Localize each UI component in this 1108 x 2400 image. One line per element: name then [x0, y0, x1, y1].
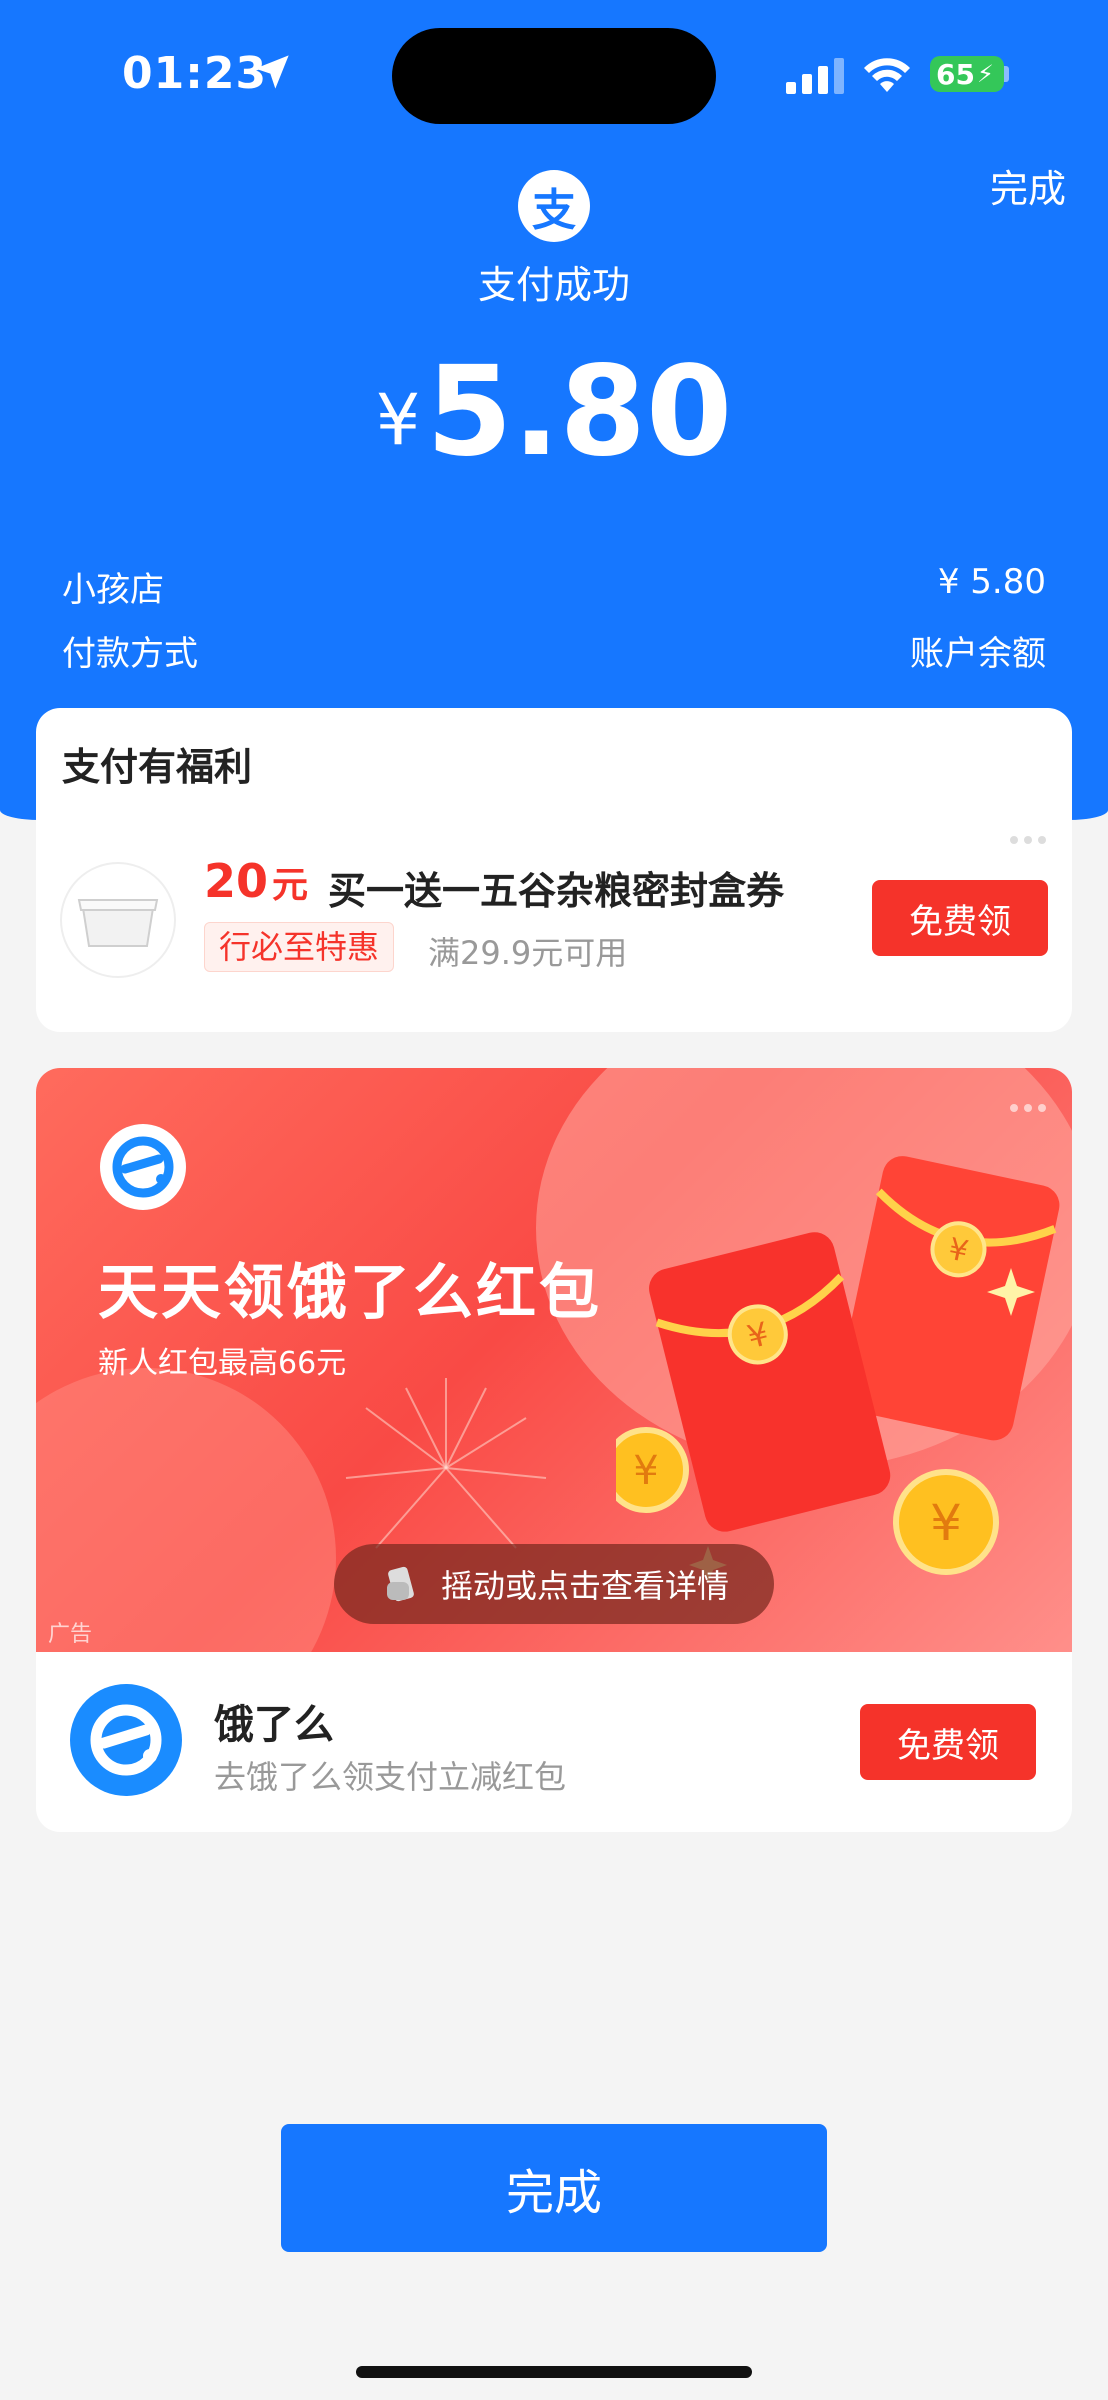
currency-symbol: ¥ — [375, 379, 421, 461]
payment-status: 支付成功 — [477, 263, 630, 307]
battery-indicator: 65 ⚡ — [930, 56, 1004, 92]
merchant-name: 小孩店 — [62, 570, 164, 610]
banner-title: 天天领饿了么红包 — [98, 1258, 602, 1328]
shake-hint-button[interactable]: 摇动或点击查看详情 — [334, 1544, 774, 1624]
coupon-tag: 行必至特惠 — [204, 922, 395, 972]
battery-tip — [1004, 66, 1009, 82]
more-options-icon[interactable] — [1010, 836, 1046, 844]
coupon-amount-unit: 元 — [272, 865, 309, 906]
ad-label: 广告 — [48, 1622, 93, 1647]
done-button[interactable]: 完成 — [281, 2124, 827, 2252]
benefit-card-title: 支付有福利 — [62, 745, 253, 789]
payment-method-row: 付款方式 账户余额 — [62, 626, 1046, 675]
storage-box-icon — [77, 899, 159, 947]
ad-banner[interactable]: 天天领饿了么红包 新人红包最高66元 ¥ ¥ ¥ ¥ 摇动或点击查看详情 广告 — [36, 1068, 1072, 1652]
eleme-logo-icon — [70, 1684, 182, 1796]
claim-red-packet-button[interactable]: 免费领 — [860, 1704, 1036, 1780]
ad-app-description: 去饿了么领支付立减红包 — [214, 1758, 567, 1796]
wifi-icon — [864, 58, 910, 92]
home-indicator[interactable] — [356, 2366, 752, 2378]
merchant-amount: ¥ 5.80 — [937, 562, 1046, 602]
status-time: 01:23 — [122, 48, 268, 99]
shake-hint-text: 摇动或点击查看详情 — [440, 1567, 729, 1605]
svg-text:¥: ¥ — [633, 1448, 658, 1494]
location-arrow-icon — [255, 55, 289, 89]
banner-subtitle: 新人红包最高66元 — [98, 1346, 347, 1381]
alipay-logo-icon: 支 — [518, 170, 590, 242]
storage-box-image — [60, 862, 176, 978]
ad-app-name: 饿了么 — [214, 1702, 334, 1748]
charging-bolt-icon: ⚡ — [976, 60, 994, 88]
alipay-logo-char: 支 — [532, 185, 576, 236]
done-link-top[interactable]: 完成 — [990, 158, 1066, 213]
banner-glow — [36, 1368, 336, 1652]
coupon-amount-number: 20 — [204, 854, 269, 908]
payment-method-value: 账户余额 — [910, 634, 1046, 674]
fireworks-decoration-icon — [345, 1378, 547, 1549]
cellular-signal-icon — [786, 58, 844, 94]
eleme-ad-card: 天天领饿了么红包 新人红包最高66元 ¥ ¥ ¥ ¥ 摇动或点击查看详情 广告 … — [36, 1068, 1072, 1832]
coupon-title: 买一送一五谷杂粮密封盒券 — [328, 869, 785, 913]
ad-more-options-icon[interactable] — [1010, 1104, 1046, 1112]
benefit-card: 支付有福利 20 元 买一送一五谷杂粮密封盒券 行必至特惠 满29.9元可用 免费… — [36, 708, 1072, 1032]
coupon-condition: 满29.9元可用 — [428, 934, 628, 972]
coupon-amount: 20 元 — [204, 854, 308, 908]
eleme-logo-small-icon — [100, 1124, 186, 1210]
amount-value: 5.80 — [426, 340, 733, 484]
dynamic-island — [392, 28, 716, 124]
battery-level: 65 — [936, 57, 975, 91]
claim-coupon-button[interactable]: 免费领 — [872, 880, 1048, 956]
merchant-row: 小孩店 ¥ 5.80 — [62, 562, 1046, 611]
red-envelopes-illustration-icon: ¥ ¥ ¥ ¥ — [616, 1156, 1060, 1584]
phone-shake-icon — [386, 1566, 414, 1602]
svg-text:¥: ¥ — [930, 1494, 962, 1552]
payment-amount: ¥5.80 — [0, 340, 1108, 484]
payment-method-label: 付款方式 — [62, 634, 198, 674]
